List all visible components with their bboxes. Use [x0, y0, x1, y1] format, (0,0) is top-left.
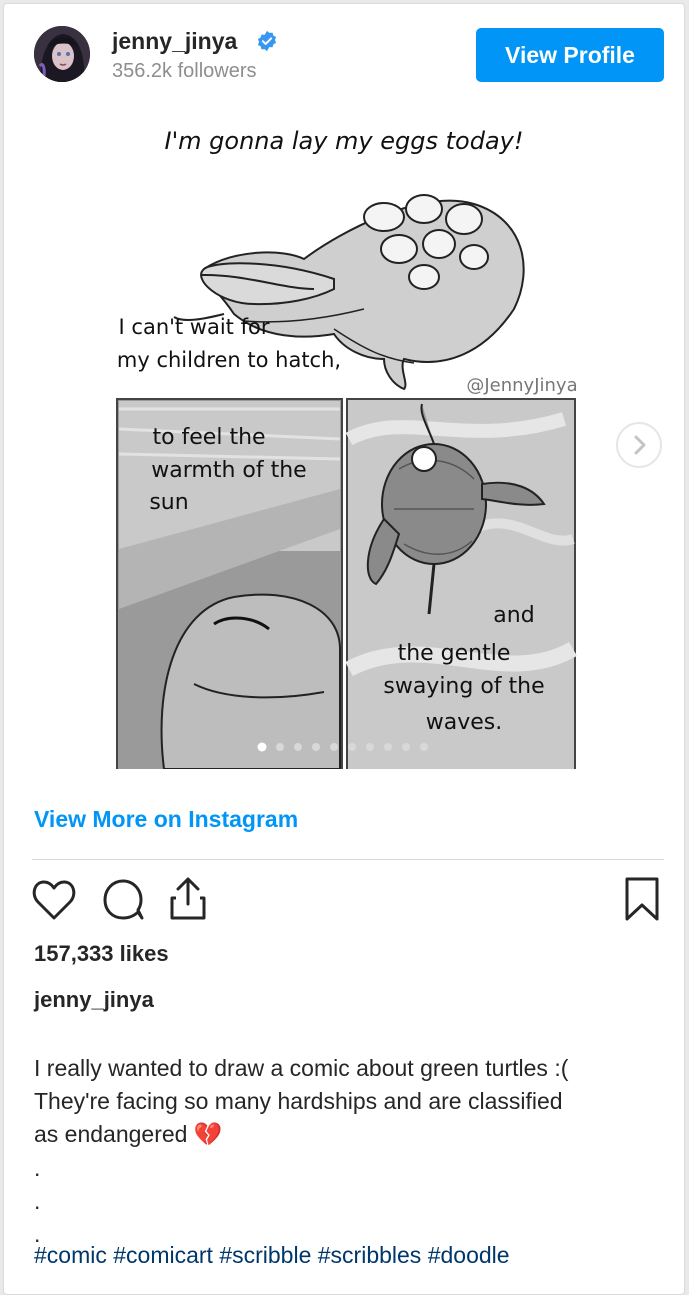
instagram-embed-card: jenny_jinya 356.2k followers View Profil… [3, 3, 685, 1295]
caption-dots: . . . [34, 1152, 40, 1251]
caption-line: I really wanted to draw a comic about gr… [34, 1055, 569, 1081]
panel2-line1: and [493, 603, 534, 628]
like-button[interactable] [30, 874, 78, 924]
caption-line: They're facing so many hardships and are… [34, 1088, 563, 1114]
panel2-line2: the gentle [398, 641, 511, 666]
post-caption: I really wanted to draw a comic about gr… [34, 1052, 654, 1151]
caption-line: as endangered 💔 [34, 1118, 654, 1151]
caption-dot: . [34, 1155, 41, 1181]
panel1-line2: warmth of the [151, 458, 306, 483]
comic-panel-1: to feel the warmth of the sun [116, 398, 343, 772]
follower-count: 356.2k followers [112, 60, 257, 82]
panel2-line3: swaying of the [383, 674, 544, 699]
comic-top-caption: I'm gonna lay my eggs today! [164, 127, 523, 155]
caption-text: as endangered [34, 1121, 188, 1147]
username[interactable]: jenny_jinya [112, 28, 237, 55]
post-author[interactable]: jenny_jinya [34, 987, 154, 1013]
save-button[interactable] [618, 874, 666, 924]
comic-caption-line2: my children to hatch, [117, 348, 341, 372]
share-button[interactable] [164, 874, 212, 924]
panel1-line3: sun [149, 490, 188, 515]
broken-heart-emoji: 💔 [193, 1121, 223, 1147]
panel2-line4: waves. [426, 710, 502, 735]
divider [32, 859, 664, 860]
view-more-on-instagram-link[interactable]: View More on Instagram [34, 806, 298, 833]
share-icon [170, 877, 206, 920]
chevron-right-icon [634, 435, 646, 455]
comic-panel-2: and the gentle swaying of the waves. [345, 398, 578, 772]
post-header: jenny_jinya 356.2k followers View Profil… [4, 4, 684, 109]
bookmark-icon [625, 877, 659, 921]
avatar[interactable] [34, 26, 90, 82]
hashtags[interactable]: #comic #comicart #scribble #scribbles #d… [34, 1242, 510, 1269]
carousel-next-button[interactable] [616, 422, 662, 468]
comment-button[interactable] [100, 874, 148, 924]
caption-dot: . [34, 1188, 41, 1214]
comic-caption-line1: I can't wait for [119, 315, 270, 339]
post-media[interactable]: I'm gonna lay my eggs today! I can't wai… [4, 109, 684, 772]
like-count[interactable]: 157,333 likes [34, 941, 169, 967]
comment-icon [103, 879, 144, 920]
action-bar [4, 874, 684, 930]
panel1-line1: to feel the [152, 425, 265, 450]
verified-badge-icon [257, 30, 277, 52]
watermark: @JennyJinya [466, 375, 577, 396]
heart-icon [32, 880, 76, 920]
view-profile-button[interactable]: View Profile [476, 28, 664, 82]
